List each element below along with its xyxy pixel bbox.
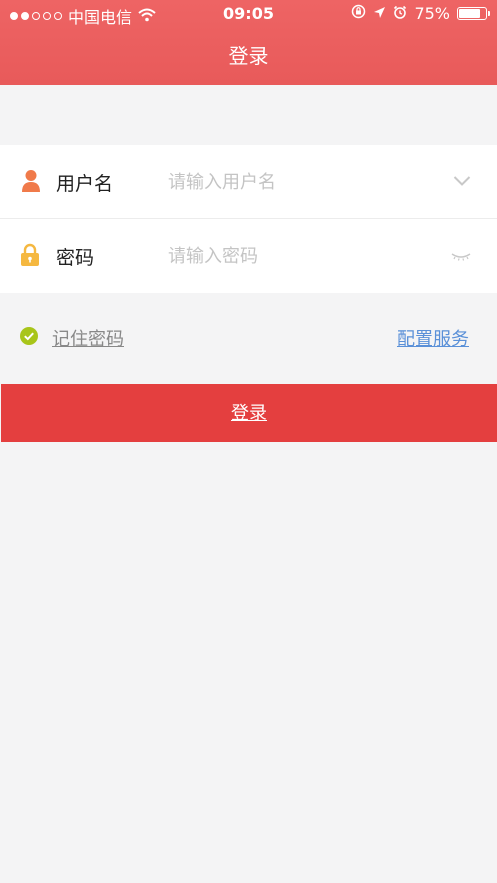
remember-password-toggle[interactable]: 记住密码 [20,325,124,351]
page-title: 登录 [228,44,269,68]
lock-icon [20,243,42,267]
username-label: 用户名 [56,173,114,195]
battery-percent: 75% [414,4,450,23]
login-options: 记住密码 配置服务 [0,295,497,383]
username-input[interactable] [166,165,430,199]
chevron-down-icon[interactable] [453,172,471,191]
check-circle-icon[interactable] [20,327,38,349]
password-row: 密码 [0,219,497,293]
user-icon [20,169,42,193]
password-label: 密码 [56,247,95,269]
status-right: 75% [351,4,490,23]
eye-closed-icon[interactable] [451,246,471,265]
battery-fill [459,9,480,18]
username-row: 用户名 [0,145,497,219]
status-bar: 中国电信 09:05 75% [0,0,497,28]
rotation-lock-icon [351,4,366,23]
remember-password-label[interactable]: 记住密码 [52,325,124,351]
app-header: 中国电信 09:05 75% 登录 [0,0,497,85]
location-arrow-icon [373,4,386,23]
alarm-icon [393,4,407,23]
config-service-link[interactable]: 配置服务 [397,325,469,351]
battery-tip [488,11,490,16]
login-form: 用户名 密码 [0,145,497,293]
login-button[interactable]: 登录 [1,384,497,442]
battery-icon [457,7,490,20]
password-input[interactable] [166,239,430,273]
